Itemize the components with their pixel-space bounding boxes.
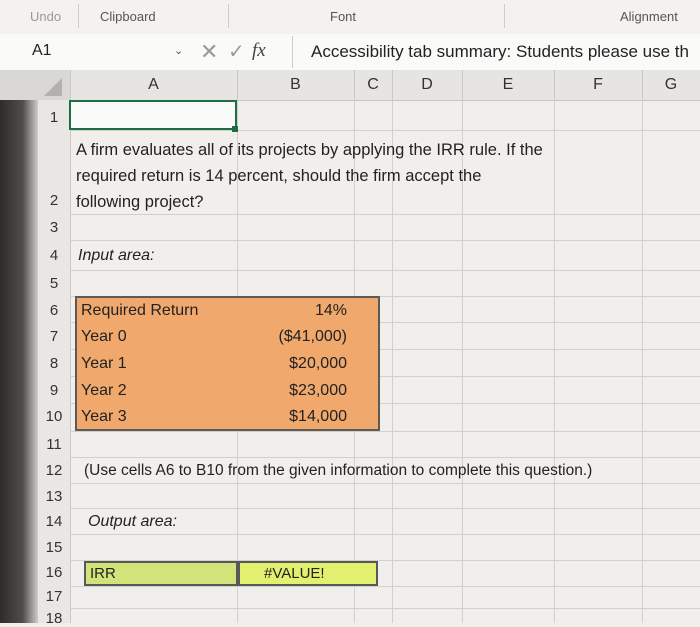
gridline	[642, 100, 643, 623]
cell-a4-input-area[interactable]: Input area:	[78, 247, 155, 265]
cell-b16-box[interactable]: #VALUE!	[238, 561, 378, 586]
row-header-13[interactable]: 13	[38, 488, 70, 505]
cell-a8[interactable]: Year 1	[81, 355, 127, 373]
gridline	[70, 534, 700, 535]
cell-b16-value: #VALUE!	[264, 565, 325, 582]
name-box-value[interactable]: A1	[32, 42, 52, 60]
column-header-b[interactable]: B	[237, 70, 355, 100]
row-header-6[interactable]: 6	[38, 302, 70, 319]
formula-input[interactable]: Accessibility tab summary: Students plea…	[292, 36, 700, 68]
row-header-9[interactable]: 9	[38, 382, 70, 399]
cell-a6[interactable]: Required Return	[81, 302, 198, 320]
cell-a9[interactable]: Year 2	[81, 382, 127, 400]
name-box[interactable]: A1 ⌄	[6, 34, 186, 70]
column-header-d[interactable]: D	[392, 70, 463, 100]
row-header-4[interactable]: 4	[38, 247, 70, 264]
window-edge-shadow	[0, 100, 38, 623]
cell-b7[interactable]: ($41,000)	[279, 328, 348, 346]
gridline	[554, 100, 555, 623]
row-header-3[interactable]: 3	[38, 219, 70, 236]
row-header-18[interactable]: 18	[38, 610, 70, 627]
gridline	[70, 608, 700, 609]
gridline	[70, 270, 700, 271]
selected-cell-a1[interactable]	[69, 100, 237, 130]
gridline	[70, 431, 700, 432]
cell-b10[interactable]: $14,000	[289, 408, 347, 426]
chevron-down-icon[interactable]: ⌄	[174, 44, 183, 57]
column-header-f[interactable]: F	[554, 70, 643, 100]
row-header-12[interactable]: 12	[38, 462, 70, 479]
row-header-14[interactable]: 14	[38, 513, 70, 530]
row-header-16[interactable]: 16	[38, 564, 70, 581]
ribbon-group-undo[interactable]: Undo	[30, 9, 61, 24]
row-header-15[interactable]: 15	[38, 539, 70, 556]
column-header-bar: A B C D E F G	[0, 70, 700, 101]
cell-a2-question[interactable]: A firm evaluates all of its projects by …	[76, 137, 546, 215]
ribbon-group-alignment[interactable]: Alignment	[620, 9, 678, 24]
ribbon-group-bar: Undo Clipboard Font Alignment	[0, 0, 700, 35]
row-header-2[interactable]: 2	[38, 192, 70, 209]
cell-a10[interactable]: Year 3	[81, 408, 127, 426]
cell-b9[interactable]: $23,000	[289, 382, 347, 400]
column-header-c[interactable]: C	[354, 70, 393, 100]
formula-text[interactable]: Accessibility tab summary: Students plea…	[311, 42, 689, 62]
ribbon-separator	[504, 4, 505, 28]
row-header-11[interactable]: 11	[38, 436, 70, 453]
insert-function-icon[interactable]: fx	[252, 40, 266, 62]
ribbon-group-font[interactable]: Font	[330, 9, 356, 24]
row-header-8[interactable]: 8	[38, 355, 70, 372]
cell-b6[interactable]: 14%	[315, 302, 347, 320]
checkmark-icon[interactable]: ✓	[228, 39, 245, 64]
gridline	[70, 457, 700, 458]
ribbon-separator	[228, 4, 229, 28]
gridline	[70, 586, 700, 587]
column-header-g[interactable]: G	[642, 70, 700, 100]
cell-a14-output-area[interactable]: Output area:	[88, 513, 177, 531]
select-all-corner[interactable]	[0, 70, 71, 100]
cell-a12-instruction[interactable]: (Use cells A6 to B10 from the given info…	[84, 462, 592, 480]
gridline	[70, 240, 700, 241]
row-header-5[interactable]: 5	[38, 275, 70, 292]
column-header-a[interactable]: A	[70, 70, 238, 100]
cell-a16-box[interactable]: IRR	[84, 561, 238, 586]
ribbon-group-clipboard[interactable]: Clipboard	[100, 9, 156, 24]
cell-a7[interactable]: Year 0	[81, 328, 127, 346]
ribbon-separator	[78, 4, 79, 28]
cell-a16-label: IRR	[90, 565, 116, 582]
row-header-1[interactable]: 1	[38, 109, 70, 126]
gridline	[70, 483, 700, 484]
gridline	[70, 130, 700, 131]
row-header-17[interactable]: 17	[38, 588, 70, 605]
formula-bar: A1 ⌄ ✕ ✓ fx Accessibility tab summary: S…	[0, 34, 700, 71]
row-header-10[interactable]: 10	[38, 408, 70, 425]
column-header-e[interactable]: E	[462, 70, 555, 100]
gridline	[70, 508, 700, 509]
fill-handle[interactable]	[232, 126, 238, 132]
select-all-triangle-icon	[44, 78, 62, 96]
cell-b8[interactable]: $20,000	[289, 355, 347, 373]
row-header-7[interactable]: 7	[38, 328, 70, 345]
cancel-icon[interactable]: ✕	[200, 39, 218, 65]
